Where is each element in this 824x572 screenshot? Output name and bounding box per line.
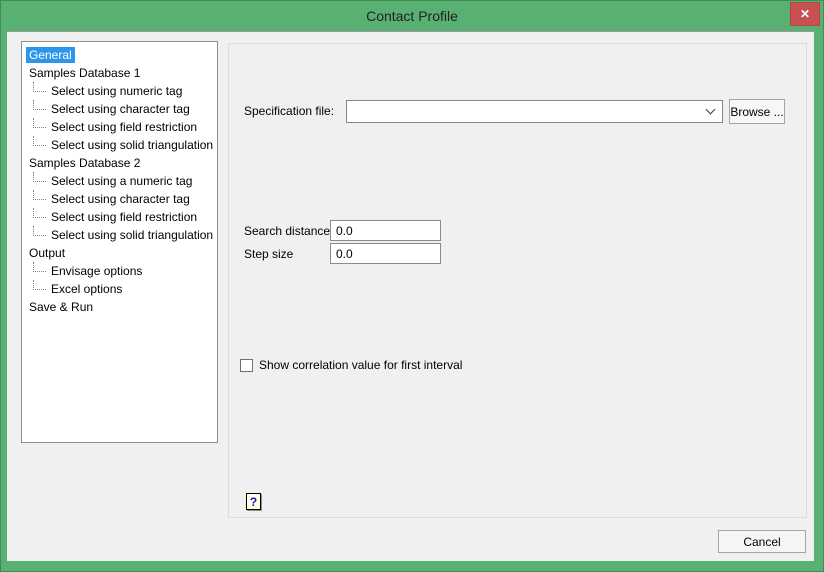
tree-branch-icon	[33, 261, 46, 272]
general-settings-panel: Specification file: Browse ... Search di…	[228, 43, 807, 518]
dialog-content: General Samples Database 1 Select using …	[7, 31, 814, 561]
sidebar-item-samples-database-1[interactable]: Samples Database 1	[26, 64, 217, 82]
sidebar-item-select-field-restriction-2[interactable]: Select using field restriction	[26, 207, 217, 226]
sidebar-item-save-and-run[interactable]: Save & Run	[26, 298, 217, 316]
search-distance-label: Search distance	[244, 224, 331, 238]
help-icon: ?	[249, 494, 258, 509]
tree-branch-icon	[33, 171, 46, 182]
tree-branch-icon	[33, 81, 46, 92]
sidebar-item-select-solid-triangulation-1[interactable]: Select using solid triangulation	[26, 135, 217, 154]
sidebar-item-select-numeric-tag-2[interactable]: Select using a numeric tag	[26, 171, 217, 190]
sidebar-item-samples-database-2[interactable]: Samples Database 2	[26, 154, 217, 172]
chevron-down-icon	[705, 104, 716, 115]
tree-branch-icon	[33, 279, 46, 290]
tree-branch-icon	[33, 189, 46, 200]
sidebar-item-excel-options[interactable]: Excel options	[26, 279, 217, 298]
specification-file-label: Specification file:	[244, 104, 335, 118]
contact-profile-dialog: { "window": { "title": "Contact Profile"…	[0, 0, 824, 572]
correlation-checkbox-label: Show correlation value for first interva…	[259, 358, 463, 372]
sidebar-item-select-numeric-tag-1[interactable]: Select using numeric tag	[26, 81, 217, 100]
step-size-label: Step size	[244, 247, 294, 261]
tree-branch-icon	[33, 135, 46, 146]
sidebar-tree: General Samples Database 1 Select using …	[21, 41, 218, 443]
close-button[interactable]: ✕	[790, 2, 820, 26]
sidebar-item-select-solid-triangulation-2[interactable]: Select using solid triangulation	[26, 225, 217, 244]
search-distance-input[interactable]	[330, 220, 441, 241]
tree-branch-icon	[33, 225, 46, 236]
step-size-input[interactable]	[330, 243, 441, 264]
sidebar-item-output[interactable]: Output	[26, 244, 217, 262]
tree-branch-icon	[33, 99, 46, 110]
specification-file-combobox[interactable]	[346, 100, 723, 123]
sidebar-item-general[interactable]: General	[26, 46, 217, 64]
cancel-button-label: Cancel	[743, 534, 781, 549]
sidebar-item-select-character-tag-2[interactable]: Select using character tag	[26, 189, 217, 208]
correlation-checkbox[interactable]	[240, 358, 253, 372]
browse-button-label: Browse ...	[730, 104, 784, 119]
tree-branch-icon	[33, 207, 46, 218]
close-icon: ✕	[799, 7, 811, 21]
titlebar: Contact Profile	[0, 0, 824, 31]
tree-branch-icon	[33, 117, 46, 128]
browse-button[interactable]: Browse ...	[729, 99, 785, 124]
sidebar-item-select-character-tag-1[interactable]: Select using character tag	[26, 99, 217, 118]
window-title: Contact Profile	[366, 7, 458, 24]
sidebar-item-envisage-options[interactable]: Envisage options	[26, 261, 217, 280]
help-button[interactable]: ?	[246, 493, 261, 510]
correlation-checkbox-row: Show correlation value for first interva…	[240, 358, 462, 372]
sidebar-item-select-field-restriction-1[interactable]: Select using field restriction	[26, 117, 217, 136]
cancel-button[interactable]: Cancel	[718, 530, 806, 553]
